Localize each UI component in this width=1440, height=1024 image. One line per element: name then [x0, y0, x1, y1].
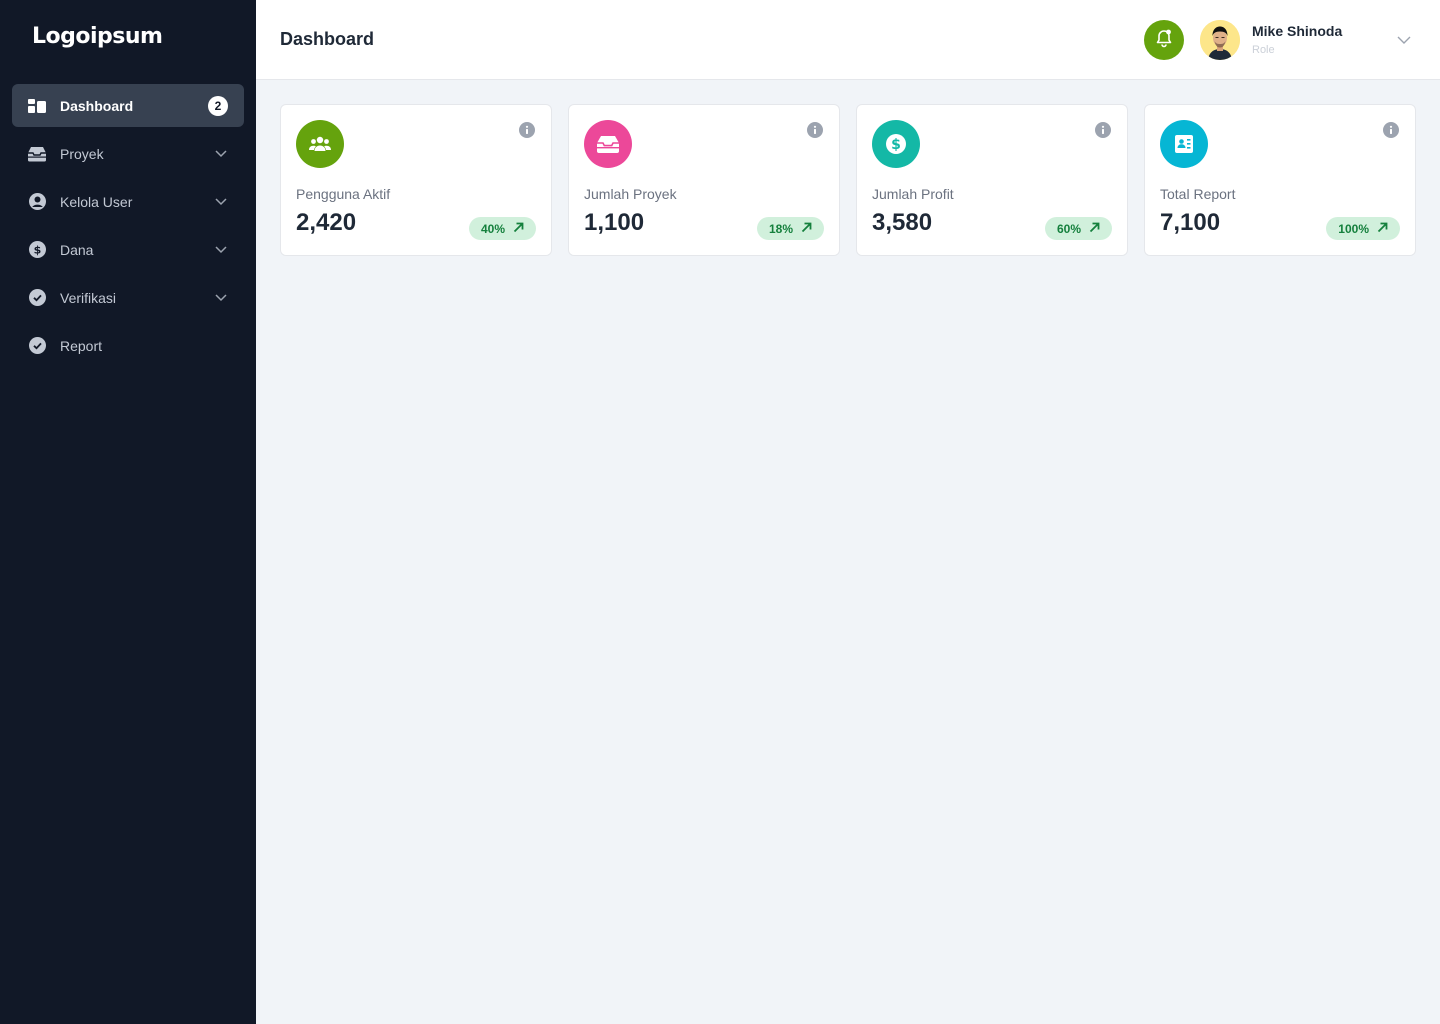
report-icon: [1160, 120, 1208, 168]
user-menu-toggle[interactable]: [1396, 32, 1412, 48]
stat-label: Jumlah Proyek: [584, 186, 677, 202]
stat-cards: Pengguna Aktif 2,420 40% Jumlah Proyek 1…: [280, 104, 1416, 256]
avatar[interactable]: [1200, 20, 1240, 60]
sidebar: Logoipsum Dashboard 2 Proyek Kelola User: [0, 0, 256, 1024]
brand-logo[interactable]: Logoipsum: [32, 20, 163, 52]
user-circle-icon: [28, 193, 46, 211]
stat-card-jumlah-proyek: Jumlah Proyek 1,100 18%: [568, 104, 840, 256]
svg-text:$: $: [33, 244, 41, 257]
info-icon[interactable]: [1095, 122, 1111, 138]
trend-badge: 18%: [756, 217, 824, 240]
stat-card-pengguna-aktif: Pengguna Aktif 2,420 40%: [280, 104, 552, 256]
stat-value: 3,580: [872, 209, 933, 236]
dashboard-icon: [28, 97, 46, 115]
trend-badge: 100%: [1326, 217, 1400, 240]
bell-icon: [1154, 28, 1174, 53]
sidebar-item-label: Dana: [60, 241, 94, 258]
arrow-up-right-icon: [513, 222, 524, 236]
sidebar-nav: Dashboard 2 Proyek Kelola User $ Dana Ve…: [12, 84, 244, 372]
info-icon[interactable]: [807, 122, 823, 138]
arrow-up-right-icon: [1377, 222, 1388, 236]
stat-label: Total Report: [1160, 186, 1236, 202]
trend-percent: 18%: [768, 221, 793, 236]
sidebar-item-dashboard[interactable]: Dashboard 2: [12, 84, 244, 127]
trend-badge: 60%: [1044, 217, 1112, 240]
trend-percent: 60%: [1056, 221, 1081, 236]
notification-button[interactable]: [1144, 20, 1184, 60]
stat-card-total-report: Total Report 7,100 100%: [1144, 104, 1416, 256]
sidebar-item-label: Proyek: [60, 145, 104, 162]
top-header: Dashboard Mike Shinoda Role: [256, 0, 1440, 80]
arrow-up-right-icon: [801, 222, 812, 236]
stat-value: 1,100: [584, 209, 645, 236]
stat-label: Pengguna Aktif: [296, 186, 391, 202]
check-circle-icon: [28, 289, 46, 307]
svg-text:$: $: [891, 137, 901, 153]
users-icon: [296, 120, 344, 168]
sidebar-item-kelola-user[interactable]: Kelola User: [12, 180, 244, 223]
notification-count-badge: 2: [208, 95, 228, 116]
trend-percent: 100%: [1338, 221, 1369, 236]
check-circle-icon: [28, 337, 46, 355]
sidebar-item-label: Report: [60, 337, 103, 354]
inbox-icon: [28, 145, 46, 163]
sidebar-item-report[interactable]: Report: [12, 324, 244, 367]
inbox-icon: [584, 120, 632, 168]
stat-value: 7,100: [1160, 209, 1221, 236]
info-icon[interactable]: [519, 122, 535, 138]
stat-card-jumlah-profit: $ Jumlah Profit 3,580 60%: [856, 104, 1128, 256]
sidebar-item-label: Kelola User: [60, 193, 133, 210]
sidebar-item-proyek[interactable]: Proyek: [12, 132, 244, 175]
arrow-up-right-icon: [1089, 222, 1100, 236]
sidebar-item-label: Verifikasi: [60, 289, 117, 306]
chevron-down-icon: [1397, 31, 1411, 49]
user-role: Role: [1252, 44, 1275, 56]
sidebar-item-dana[interactable]: $ Dana: [12, 228, 244, 271]
chevron-down-icon: [214, 195, 228, 209]
trend-badge: 40%: [468, 217, 536, 240]
dollar-circle-icon: $: [28, 241, 46, 259]
page-title: Dashboard: [280, 29, 375, 49]
stat-label: Jumlah Profit: [872, 186, 954, 202]
stat-value: 2,420: [296, 209, 357, 236]
chevron-down-icon: [214, 243, 228, 257]
user-name: Mike Shinoda: [1252, 23, 1343, 39]
chevron-down-icon: [214, 147, 228, 161]
chevron-down-icon: [214, 291, 228, 305]
dollar-icon: $: [872, 120, 920, 168]
trend-percent: 40%: [480, 221, 505, 236]
sidebar-item-label: Dashboard: [60, 97, 134, 114]
sidebar-item-verifikasi[interactable]: Verifikasi: [12, 276, 244, 319]
info-icon[interactable]: [1383, 122, 1399, 138]
